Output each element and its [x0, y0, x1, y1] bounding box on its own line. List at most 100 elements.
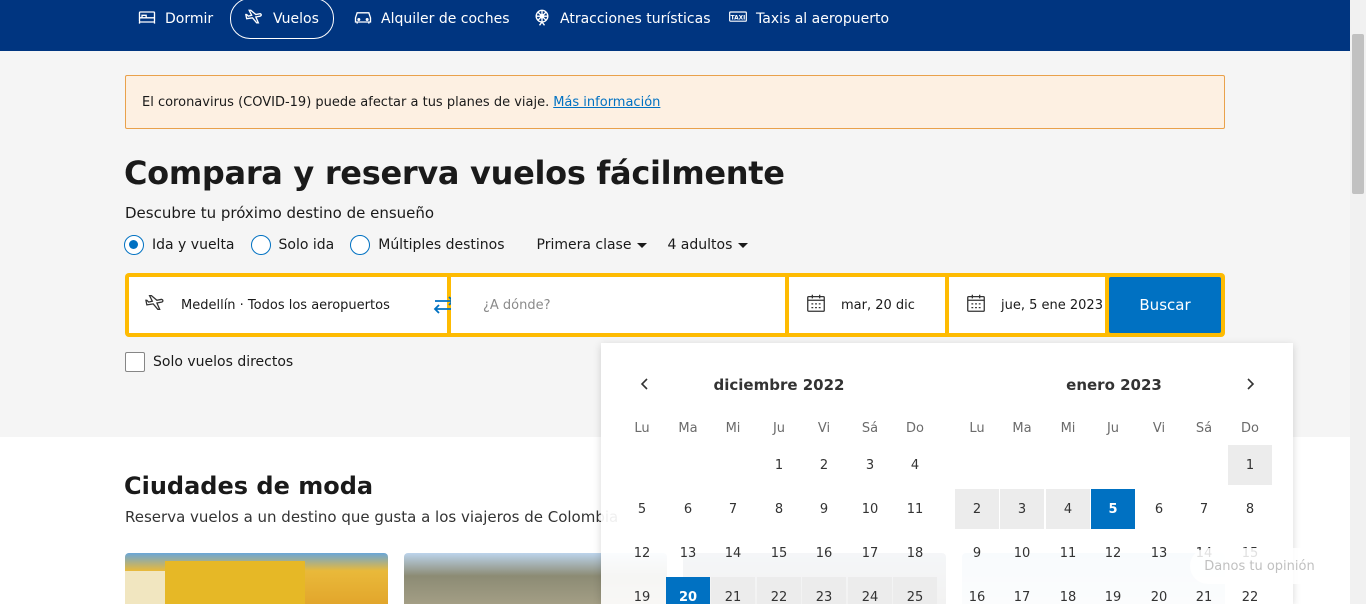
- calendar-day[interactable]: 14: [711, 533, 755, 573]
- direct-flights-checkbox[interactable]: Solo vuelos directos: [125, 352, 293, 372]
- previous-month-icon[interactable]: [637, 376, 653, 392]
- feedback-button[interactable]: Danos tu opinión: [1190, 548, 1329, 584]
- weekday-header: Sá: [861, 421, 879, 436]
- calendar-day[interactable]: 8: [1228, 489, 1272, 529]
- calendar-day[interactable]: 9: [955, 533, 999, 573]
- calendar-day[interactable]: 13: [666, 533, 710, 573]
- month-title: enero 2023: [1066, 376, 1162, 394]
- weekday-header: Ma: [1012, 421, 1032, 436]
- calendar-day[interactable]: 7: [711, 489, 755, 529]
- calendar-day[interactable]: 5: [620, 489, 664, 529]
- next-month-icon[interactable]: [1242, 376, 1258, 392]
- radio-label: Ida y vuelta: [152, 237, 235, 253]
- calendar-day[interactable]: 1: [1228, 445, 1272, 485]
- calendar-day[interactable]: 20: [1137, 577, 1181, 604]
- calendar-day-selected[interactable]: 5: [1091, 489, 1135, 529]
- calendar-day[interactable]: 1: [757, 445, 801, 485]
- city-card-image[interactable]: [125, 553, 388, 604]
- top-navigation: Dormir Vuelos Alquiler de coches Atracci…: [0, 0, 1350, 51]
- scrollbar-thumb[interactable]: [1352, 34, 1364, 194]
- calendar-day[interactable]: 8: [757, 489, 801, 529]
- calendar-day[interactable]: 21: [711, 577, 755, 604]
- nav-item-attractions[interactable]: Atracciones turísticas: [532, 0, 711, 38]
- flight-search-bar: Medellín · Todos los aeropuertos ¿A dónd…: [125, 273, 1225, 337]
- month-title: diciembre 2022: [713, 376, 845, 394]
- weekday-header: Lu: [969, 421, 985, 436]
- page-scrollbar[interactable]: [1350, 0, 1366, 604]
- search-button[interactable]: Buscar: [1109, 277, 1221, 333]
- calendar-day[interactable]: 24: [848, 577, 892, 604]
- chevron-down-icon: [738, 242, 749, 248]
- cabin-class-value: Primera clase: [536, 237, 632, 253]
- calendar-day[interactable]: 4: [1046, 489, 1090, 529]
- radio-button[interactable]: [250, 235, 271, 255]
- calendar-day[interactable]: 15: [757, 533, 801, 573]
- nav-item-label: Dormir: [165, 11, 214, 27]
- calendar-day[interactable]: 22: [757, 577, 801, 604]
- radio-button-checked[interactable]: [124, 235, 144, 255]
- calendar-day-selected[interactable]: 20: [666, 577, 710, 604]
- calendar-day[interactable]: 7: [1182, 489, 1226, 529]
- calendar-day[interactable]: 17: [848, 533, 892, 573]
- checkbox[interactable]: [125, 352, 145, 372]
- calendar-day[interactable]: 18: [893, 533, 937, 573]
- svg-text:TAXI: TAXI: [731, 16, 746, 22]
- page-title: Compara y reserva vuelos fácilmente: [124, 154, 785, 192]
- cabin-class-dropdown[interactable]: Primera clase: [537, 237, 648, 253]
- nav-item-flights[interactable]: Vuelos: [230, 0, 334, 39]
- calendar-day[interactable]: 16: [955, 577, 999, 604]
- calendar-day[interactable]: 13: [1137, 533, 1181, 573]
- covid-notice-banner: El coronavirus (COVID-19) puede afectar …: [125, 75, 1225, 129]
- calendar-day[interactable]: 12: [1091, 533, 1135, 573]
- bed-icon: [137, 7, 157, 31]
- nav-item-label: Vuelos: [273, 10, 319, 27]
- calendar-day[interactable]: 11: [1046, 533, 1090, 573]
- calendar-day[interactable]: 16: [802, 533, 846, 573]
- calendar-day[interactable]: 2: [802, 445, 846, 485]
- more-info-link[interactable]: Más información: [553, 95, 660, 110]
- nav-item-label: Atracciones turísticas: [560, 11, 711, 27]
- calendar-day[interactable]: 4: [893, 445, 937, 485]
- nav-item-label: Alquiler de coches: [381, 11, 510, 27]
- destination-placeholder: ¿A dónde?: [483, 297, 551, 313]
- calendar-day[interactable]: 25: [893, 577, 937, 604]
- return-date-field[interactable]: jue, 5 ene 2023: [949, 277, 1105, 333]
- calendar-day[interactable]: 9: [802, 489, 846, 529]
- multi-city-radio[interactable]: Múltiples destinos: [350, 235, 505, 255]
- calendar-day[interactable]: 23: [802, 577, 846, 604]
- calendar-day[interactable]: 6: [666, 489, 710, 529]
- weekday-header: Sá: [1195, 421, 1213, 436]
- trip-options-row: Ida y vuelta Solo ida Múltiples destinos…: [124, 233, 749, 257]
- calendar-day[interactable]: 10: [848, 489, 892, 529]
- calendar-day[interactable]: 18: [1046, 577, 1090, 604]
- weekday-header: Vi: [1152, 421, 1166, 436]
- destination-field[interactable]: ¿A dónde?: [451, 277, 785, 333]
- calendar-day[interactable]: 11: [893, 489, 937, 529]
- plane-departure-icon: [145, 292, 167, 318]
- calendar-day[interactable]: 3: [1000, 489, 1044, 529]
- calendar-day[interactable]: 19: [1091, 577, 1135, 604]
- calendar-day[interactable]: 17: [1000, 577, 1044, 604]
- one-way-radio[interactable]: Solo ida: [250, 235, 334, 255]
- trending-title: Ciudades de moda: [124, 472, 374, 500]
- calendar-day[interactable]: 2: [955, 489, 999, 529]
- attractions-icon: [532, 7, 552, 31]
- checkbox-label: Solo vuelos directos: [153, 354, 294, 370]
- depart-date-field[interactable]: mar, 20 dic: [789, 277, 945, 333]
- plane-icon: [245, 7, 265, 31]
- nav-item-car-rental[interactable]: Alquiler de coches: [353, 0, 510, 38]
- weekday-header: Ju: [772, 421, 786, 436]
- calendar-day[interactable]: 19: [620, 577, 664, 604]
- passengers-dropdown[interactable]: 4 adultos: [667, 237, 749, 253]
- nav-item-stays[interactable]: Dormir: [137, 0, 213, 38]
- calendar-day[interactable]: 6: [1137, 489, 1181, 529]
- nav-item-airport-taxis[interactable]: TAXI Taxis al aeropuerto: [728, 0, 889, 38]
- covid-notice-text: El coronavirus (COVID-19) puede afectar …: [142, 94, 550, 110]
- round-trip-radio[interactable]: Ida y vuelta: [124, 235, 235, 255]
- calendar-day[interactable]: 3: [848, 445, 892, 485]
- calendar-day[interactable]: 12: [620, 533, 664, 573]
- radio-button[interactable]: [350, 235, 371, 255]
- weekday-header: Ma: [678, 421, 698, 436]
- origin-field[interactable]: Medellín · Todos los aeropuertos: [129, 277, 447, 333]
- calendar-day[interactable]: 10: [1000, 533, 1044, 573]
